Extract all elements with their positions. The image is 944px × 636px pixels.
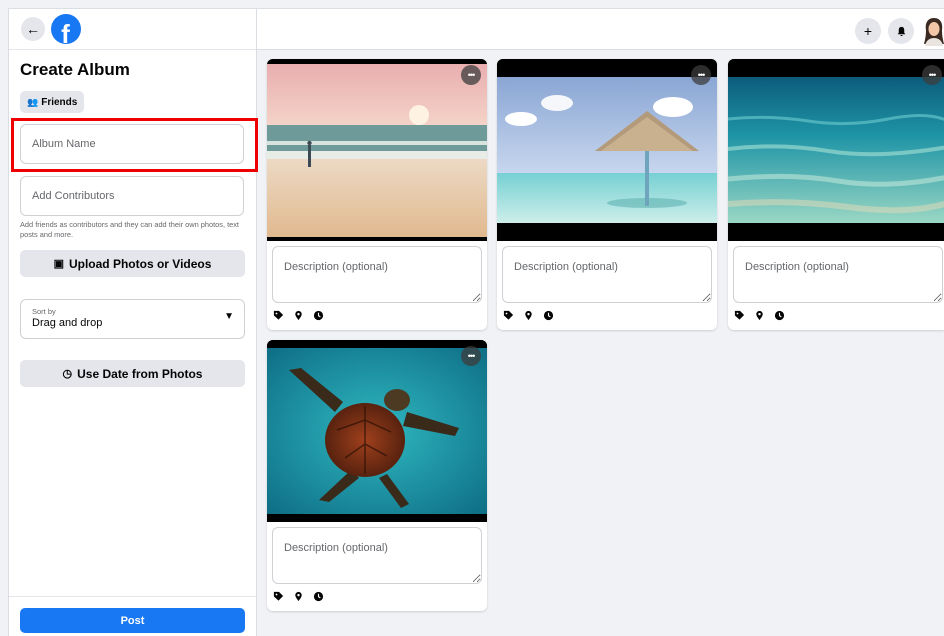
sort-by-label: Sort by — [32, 307, 56, 316]
photo-action-icons — [734, 310, 785, 324]
caret-down-icon: ▼ — [224, 311, 234, 322]
photo-card: ••• — [267, 340, 487, 611]
photo-action-icons — [503, 310, 554, 324]
top-bar: + — [257, 8, 944, 50]
tag-icon[interactable] — [273, 591, 284, 605]
upload-photos-button[interactable]: ▣ Upload Photos or Videos — [20, 250, 245, 277]
arrow-left-icon: ← — [26, 21, 40, 37]
create-album-sidebar: ← f Create Album 👥 Friends Add friends a… — [8, 8, 258, 636]
use-date-from-photos-button[interactable]: ◷ Use Date from Photos — [20, 360, 245, 387]
page-title: Create Album — [20, 60, 130, 79]
location-pin-icon[interactable] — [523, 310, 534, 324]
back-button[interactable]: ← — [21, 17, 45, 41]
footer-divider — [9, 596, 256, 597]
contributors-helper-text: Add friends as contributors and they can… — [20, 220, 239, 239]
clock-icon[interactable] — [543, 310, 554, 324]
add-photo-icon: ▣ — [53, 258, 64, 270]
description-input[interactable] — [272, 246, 482, 303]
facebook-logo[interactable]: f — [51, 14, 81, 44]
location-pin-icon[interactable] — [293, 310, 304, 324]
sidebar-header: ← f — [9, 9, 256, 50]
photo-card: ••• — [267, 59, 487, 330]
upload-photos-label: Upload Photos or Videos — [68, 256, 212, 271]
photo-clear-sea[interactable]: ••• — [728, 59, 944, 241]
more-options-button[interactable]: ••• — [461, 346, 481, 366]
photo-card: ••• — [497, 59, 717, 330]
location-pin-icon[interactable] — [754, 310, 765, 324]
more-options-button[interactable]: ••• — [461, 65, 481, 85]
more-options-button[interactable]: ••• — [922, 65, 942, 85]
post-button[interactable]: Post — [20, 608, 245, 633]
sort-by-value: Drag and drop — [32, 317, 103, 329]
plus-icon: + — [863, 23, 873, 39]
photo-beach-umbrella[interactable]: ••• — [497, 59, 717, 241]
create-button[interactable]: + — [855, 18, 881, 44]
more-options-button[interactable]: ••• — [691, 65, 711, 85]
clock-icon[interactable] — [313, 310, 324, 324]
add-contributors-input[interactable] — [20, 176, 244, 216]
clock-icon: ◷ — [62, 368, 73, 380]
profile-avatar[interactable] — [921, 16, 944, 46]
tag-icon[interactable] — [273, 310, 284, 324]
description-input[interactable] — [272, 527, 482, 584]
photo-action-icons — [273, 591, 324, 605]
sort-by-dropdown[interactable]: Sort by Drag and drop ▼ — [20, 299, 245, 339]
photo-sea-turtle[interactable]: ••• — [267, 340, 487, 522]
friends-icon: 👥 — [27, 96, 39, 107]
tag-icon[interactable] — [734, 310, 745, 324]
location-pin-icon[interactable] — [293, 591, 304, 605]
bell-icon — [897, 26, 905, 36]
description-input[interactable] — [733, 246, 943, 303]
clock-icon[interactable] — [313, 591, 324, 605]
tag-icon[interactable] — [503, 310, 514, 324]
album-name-highlight-box — [11, 118, 258, 172]
notifications-button[interactable] — [888, 18, 914, 44]
use-date-label: Use Date from Photos — [77, 366, 203, 381]
audience-label: Friends — [41, 96, 78, 108]
photo-action-icons — [273, 310, 324, 324]
audience-selector-button[interactable]: 👥 Friends — [20, 91, 85, 113]
photo-beach-sunset[interactable]: ••• — [267, 59, 487, 241]
description-input[interactable] — [502, 246, 712, 303]
photo-card: ••• — [728, 59, 944, 330]
clock-icon[interactable] — [774, 310, 785, 324]
